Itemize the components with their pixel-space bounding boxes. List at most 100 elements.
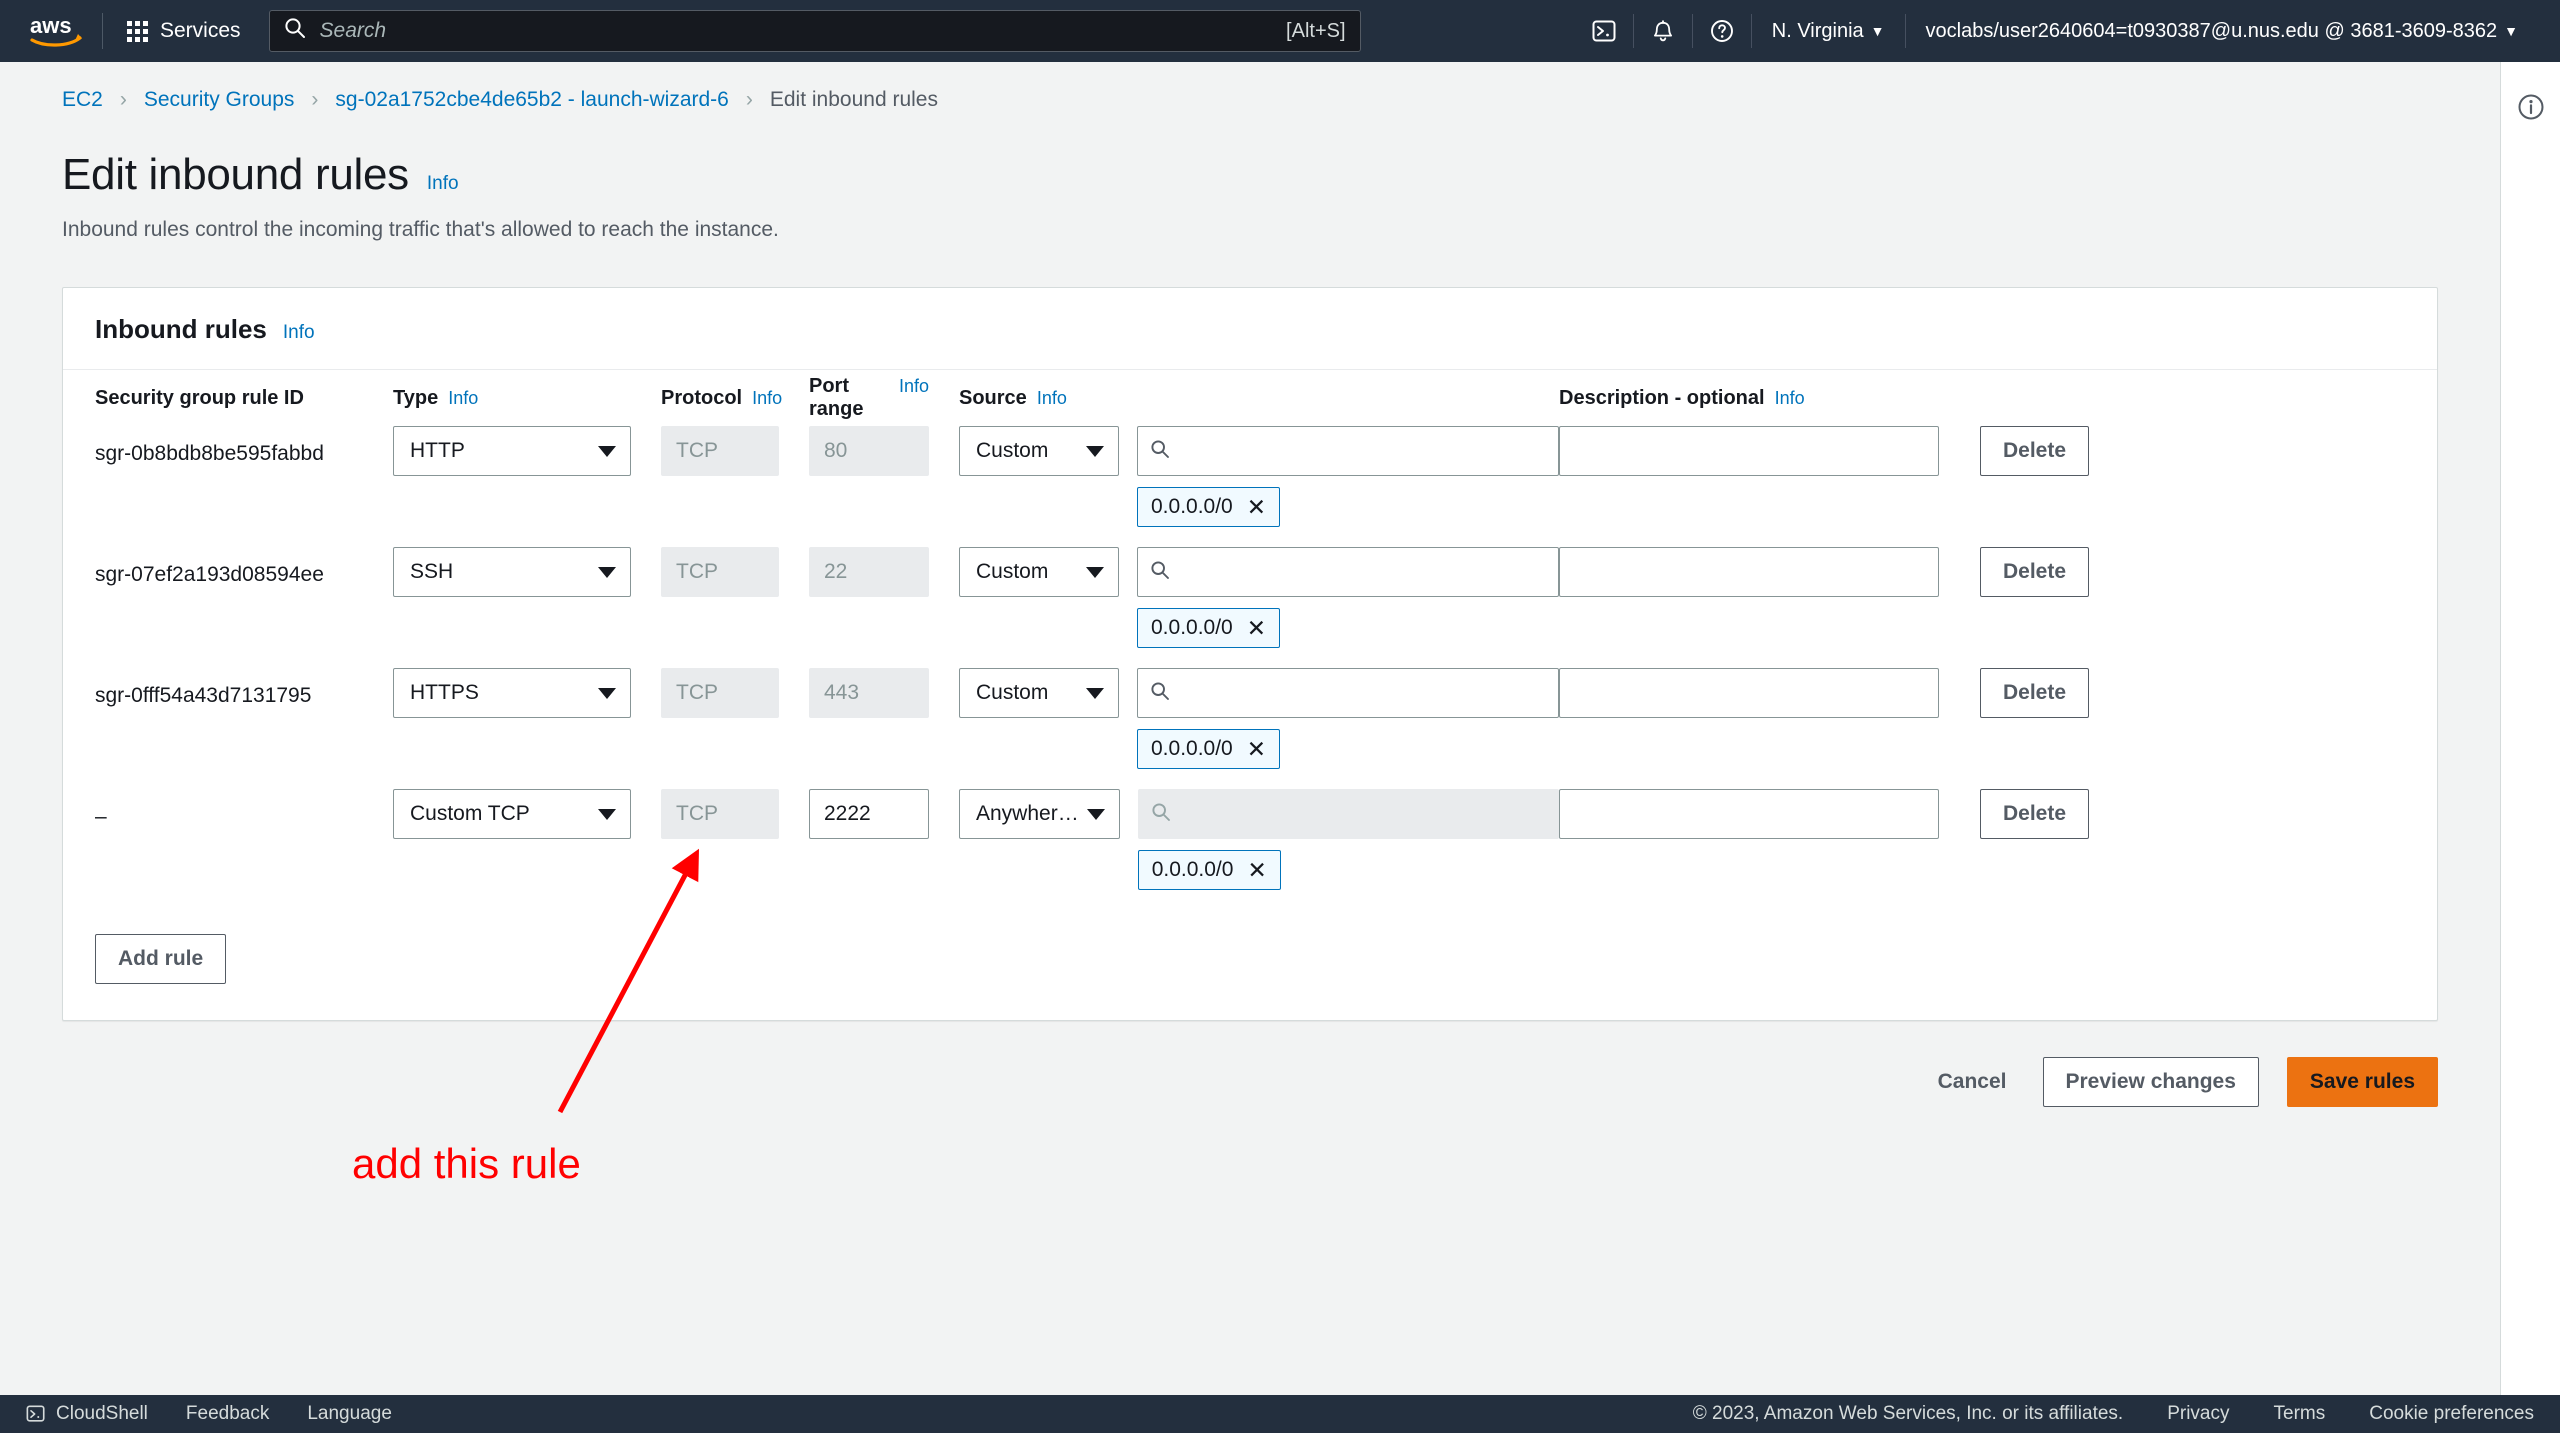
- type-select[interactable]: HTTP: [393, 426, 631, 476]
- port-range-input: [809, 426, 929, 476]
- card-info-link[interactable]: Info: [283, 322, 315, 344]
- source-type-select[interactable]: Custom: [959, 426, 1119, 476]
- source-search-input[interactable]: [1180, 680, 1546, 706]
- footer-cookie-preferences-link[interactable]: Cookie preferences: [2369, 1403, 2534, 1425]
- info-panel-toggle[interactable]: [2516, 92, 2546, 127]
- source-cidr-value: 0.0.0.0/0: [1151, 495, 1233, 518]
- description-input[interactable]: [1559, 789, 1939, 839]
- search-icon: [1150, 681, 1170, 706]
- notifications-button[interactable]: [1634, 0, 1692, 62]
- breadcrumb-item-ec2[interactable]: EC2: [62, 88, 103, 112]
- source-cidr-token: 0.0.0.0/0 ✕: [1137, 608, 1281, 648]
- remove-cidr-icon[interactable]: ✕: [1247, 737, 1266, 761]
- port-range-input: [809, 668, 929, 718]
- global-search-box[interactable]: [Alt+S]: [268, 10, 1361, 52]
- column-label: Protocol: [661, 386, 743, 409]
- type-select-value: HTTPS: [410, 681, 479, 704]
- source-cell: Custom 0.0.0.0/0 ✕: [959, 426, 1559, 527]
- column-label: Description - optional: [1559, 386, 1765, 409]
- delete-rule-button[interactable]: Delete: [1979, 547, 2089, 597]
- source-search-field[interactable]: [1137, 547, 1559, 597]
- remove-cidr-icon[interactable]: ✕: [1247, 616, 1266, 640]
- source-search-field[interactable]: [1137, 668, 1559, 718]
- source-type-select[interactable]: Custom: [959, 668, 1119, 718]
- source-cidr-value: 0.0.0.0/0: [1151, 737, 1233, 760]
- delete-cell: Delete: [1939, 426, 2089, 476]
- protocol-input: [661, 668, 779, 718]
- breadcrumb-item-security-group[interactable]: sg-02a1752cbe4de65b2 - launch-wizard-6: [335, 88, 728, 112]
- page-header: Edit inbound rules Info: [0, 112, 2500, 200]
- footer-cloudshell-button[interactable]: CloudShell: [26, 1403, 148, 1425]
- chevron-down-icon: [598, 445, 616, 457]
- help-button[interactable]: [1693, 0, 1751, 62]
- page-body: EC2 › Security Groups › sg-02a1752cbe4de…: [0, 62, 2560, 1395]
- table-row: sgr-0fff54a43d7131795 HTTPS TCP 443 Cust…: [95, 668, 2405, 789]
- footer-feedback-link[interactable]: Feedback: [186, 1403, 269, 1425]
- delete-rule-button[interactable]: Delete: [1979, 668, 2089, 718]
- footer-language-link[interactable]: Language: [307, 1403, 392, 1425]
- chevron-down-icon: [1086, 687, 1104, 699]
- description-info-link[interactable]: Info: [1775, 388, 1805, 409]
- remove-cidr-icon[interactable]: ✕: [1247, 495, 1266, 519]
- rule-id-value: sgr-07ef2a193d08594ee: [95, 563, 324, 586]
- source-search-input[interactable]: [1180, 559, 1546, 585]
- description-input[interactable]: [1559, 426, 1939, 476]
- description-input[interactable]: [1559, 547, 1939, 597]
- source-type-select[interactable]: Anywher…: [959, 789, 1120, 839]
- column-label: Type: [393, 386, 439, 409]
- page-title-info-link[interactable]: Info: [427, 173, 459, 195]
- breadcrumb-item-security-groups[interactable]: Security Groups: [144, 88, 295, 112]
- cancel-button[interactable]: Cancel: [1930, 1070, 2015, 1094]
- type-select[interactable]: SSH: [393, 547, 631, 597]
- source-info-link[interactable]: Info: [1037, 388, 1067, 409]
- source-type-value: Anywher…: [976, 802, 1079, 825]
- type-info-link[interactable]: Info: [448, 388, 478, 409]
- source-search-field[interactable]: [1137, 426, 1559, 476]
- port-range-cell: [809, 789, 929, 839]
- type-select[interactable]: HTTPS: [393, 668, 631, 718]
- chevron-right-icon: ›: [311, 88, 319, 111]
- table-row: – Custom TCP TCP 2222 Anywher… 0.0.0.0/0…: [95, 789, 2405, 910]
- chevron-down-icon: [598, 687, 616, 699]
- card-footer: Add rule: [63, 910, 2437, 1020]
- source-search-input[interactable]: [1180, 438, 1546, 464]
- table-header-row: Security group rule ID Type Info Protoco…: [95, 370, 2405, 426]
- footer-privacy-link[interactable]: Privacy: [2167, 1403, 2229, 1425]
- aws-logo[interactable]: aws: [26, 11, 88, 51]
- port-range-input[interactable]: [809, 789, 929, 839]
- region-selector[interactable]: N. Virginia ▼: [1752, 0, 1905, 62]
- type-cell: Custom TCP: [393, 789, 631, 839]
- type-select-value: HTTP: [410, 439, 465, 462]
- preview-changes-button[interactable]: Preview changes: [2042, 1057, 2259, 1107]
- page-description: Inbound rules control the incoming traff…: [62, 218, 779, 241]
- footer-terms-link[interactable]: Terms: [2274, 1403, 2326, 1425]
- footer-left-group: CloudShell Feedback Language: [26, 1403, 392, 1425]
- annotation-text: add this rule: [352, 1140, 581, 1187]
- port-range-info-link[interactable]: Info: [899, 376, 929, 397]
- source-cidr-token: 0.0.0.0/0 ✕: [1137, 729, 1281, 769]
- save-rules-button[interactable]: Save rules: [2286, 1057, 2438, 1107]
- terminal-icon: [26, 1405, 45, 1422]
- delete-rule-button[interactable]: Delete: [1979, 426, 2089, 476]
- remove-cidr-icon[interactable]: ✕: [1247, 858, 1266, 882]
- grid-icon: [127, 20, 148, 42]
- type-cell: HTTP: [393, 426, 631, 476]
- type-select[interactable]: Custom TCP: [393, 789, 631, 839]
- page-footer: CloudShell Feedback Language © 2023, Ama…: [0, 1395, 2560, 1433]
- delete-rule-button[interactable]: Delete: [1979, 789, 2089, 839]
- add-rule-button[interactable]: Add rule: [95, 934, 227, 984]
- nav-divider: [102, 13, 103, 49]
- source-type-select[interactable]: Custom: [959, 547, 1119, 597]
- protocol-input: [661, 789, 779, 839]
- description-input[interactable]: [1559, 668, 1939, 718]
- column-header-description: Description - optional Info: [1559, 387, 1939, 410]
- cloudshell-launch-button[interactable]: [1575, 0, 1633, 62]
- search-input[interactable]: [317, 18, 1287, 44]
- account-menu[interactable]: voclabs/user2640604=t0930387@u.nus.edu @…: [1906, 0, 2538, 62]
- services-menu-button[interactable]: Services: [117, 11, 251, 51]
- chevron-right-icon: ›: [745, 88, 753, 111]
- bell-icon: [1653, 20, 1672, 42]
- protocol-info-link[interactable]: Info: [752, 388, 782, 409]
- delete-cell: Delete: [1939, 668, 2089, 718]
- protocol-cell: [661, 547, 779, 597]
